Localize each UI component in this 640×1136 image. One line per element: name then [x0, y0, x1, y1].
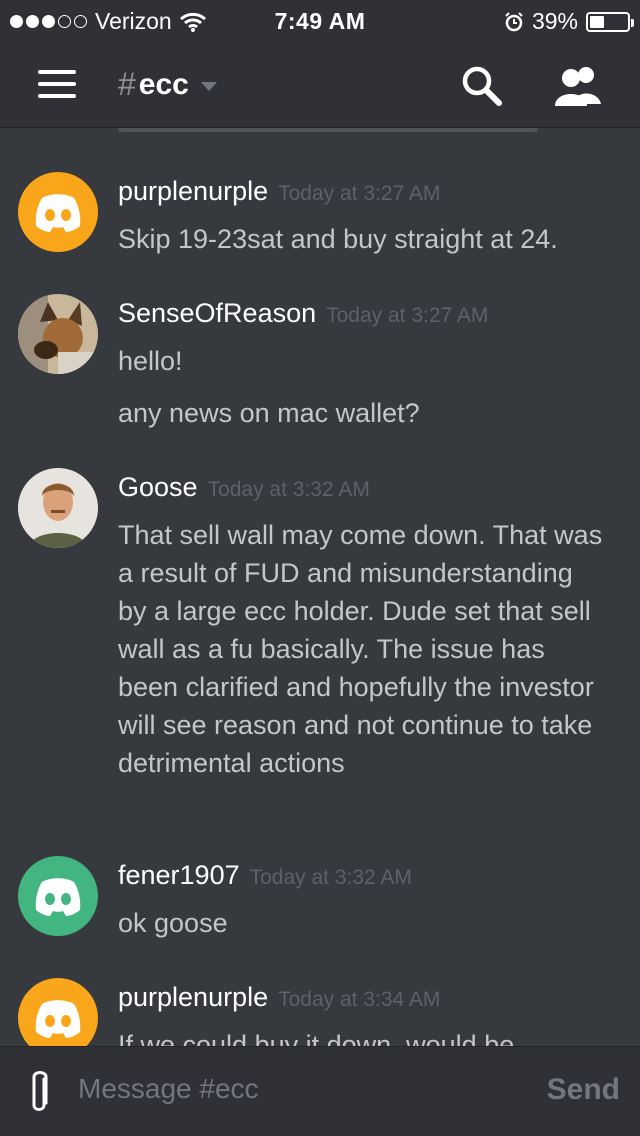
alarm-icon [505, 11, 523, 31]
channel-header: # ecc [0, 40, 640, 128]
discord-logo-icon [35, 194, 81, 232]
timestamp: Today at 3:27 AM [326, 304, 489, 327]
avatar[interactable] [18, 978, 98, 1046]
avatar[interactable] [18, 468, 98, 548]
battery-icon [586, 11, 634, 32]
message-text: any news on mac wallet? [118, 398, 420, 428]
timestamp: Today at 3:27 AM [278, 182, 441, 205]
message-header: SenseOfReason Today at 3:27 AM [118, 298, 488, 329]
author-name[interactable]: Goose [118, 472, 198, 503]
battery-group: 39% [504, 8, 634, 35]
author-name[interactable]: SenseOfReason [118, 298, 316, 329]
avatar[interactable] [18, 294, 98, 374]
message-header: Goose Today at 3:32 AM [118, 472, 370, 503]
discord-logo-icon [35, 878, 81, 916]
message-text: If we could buy it down, would be [118, 1030, 515, 1046]
message-input[interactable]: Message #ecc [78, 1073, 259, 1105]
send-button[interactable]: Send [547, 1073, 620, 1107]
man-photo-icon [18, 468, 98, 548]
avatar[interactable] [18, 856, 98, 936]
battery-percent: 39% [531, 8, 578, 34]
message-text: hello! [118, 346, 183, 376]
menu-icon[interactable] [38, 70, 76, 98]
message-text: That sell wall may come down. That was a… [118, 520, 603, 778]
paperclip-icon[interactable] [24, 1067, 54, 1117]
message-text: ok goose [118, 908, 228, 938]
channel-selector[interactable]: # ecc [118, 66, 217, 103]
status-bar: Verizon 7:49 AM 39% [0, 0, 640, 40]
message-composer: Message #ecc Send [0, 1046, 640, 1136]
message-header: fener1907 Today at 3:32 AM [118, 860, 412, 891]
dog-photo-icon [18, 294, 98, 374]
chevron-down-icon [200, 81, 217, 91]
channel-name: ecc [138, 67, 189, 101]
members-icon[interactable] [553, 64, 603, 108]
timestamp: Today at 3:34 AM [278, 988, 441, 1011]
timestamp: Today at 3:32 AM [249, 866, 412, 889]
author-name[interactable]: fener1907 [118, 860, 240, 891]
message-header: purplenurple Today at 3:34 AM [118, 982, 440, 1013]
message-text: Skip 19-23sat and buy straight at 24. [118, 224, 558, 254]
author-name[interactable]: purplenurple [118, 982, 268, 1013]
discord-logo-icon [35, 1000, 81, 1038]
hash-icon: # [118, 66, 136, 102]
timestamp: Today at 3:32 AM [207, 478, 370, 501]
avatar[interactable] [18, 172, 98, 252]
clipped-previous-message [118, 128, 538, 134]
author-name[interactable]: purplenurple [118, 176, 268, 207]
message-list[interactable]: purplenurple Today at 3:27 AM Skip 19-23… [0, 128, 640, 1046]
search-icon[interactable] [460, 64, 504, 108]
message-header: purplenurple Today at 3:27 AM [118, 176, 440, 207]
